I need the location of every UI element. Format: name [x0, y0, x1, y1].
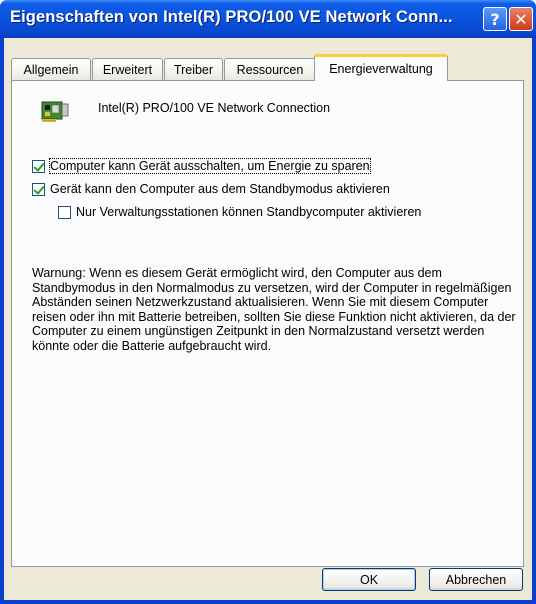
checkbox-management-only[interactable]	[58, 205, 71, 219]
close-button[interactable]: ✕	[509, 7, 533, 31]
window-title: Eigenschaften von Intel(R) PRO/100 VE Ne…	[10, 8, 453, 26]
tab-panel-energieverwaltung: Intel(R) PRO/100 VE Network Connection C…	[11, 80, 524, 567]
tab-erweitert[interactable]: Erweitert	[92, 58, 163, 80]
cancel-button[interactable]: Abbrechen	[429, 568, 523, 591]
tab-label: Energieverwaltung	[329, 62, 433, 76]
option-management-only[interactable]: Nur Verwaltungsstationen können Standbyc…	[58, 205, 421, 219]
checkbox-allow-turn-off[interactable]	[32, 159, 45, 173]
checkbox-allow-wake[interactable]	[32, 182, 45, 196]
tab-label: Ressourcen	[236, 62, 304, 77]
tab-treiber[interactable]: Treiber	[164, 58, 223, 80]
close-icon: ✕	[514, 9, 528, 29]
title-bar[interactable]: Eigenschaften von Intel(R) PRO/100 VE Ne…	[0, 0, 536, 38]
properties-window: Eigenschaften von Intel(R) PRO/100 VE Ne…	[0, 0, 536, 604]
option-allow-turn-off[interactable]: Computer kann Gerät ausschalten, um Ener…	[32, 158, 371, 174]
cancel-button-label: Abbrechen	[445, 572, 507, 587]
warning-text: Warnung: Wenn es diesem Gerät ermöglicht…	[32, 266, 516, 353]
help-icon: ?	[490, 9, 500, 29]
tab-label: Treiber	[173, 62, 214, 77]
tab-label: Erweitert	[102, 62, 153, 77]
device-name: Intel(R) PRO/100 VE Network Connection	[98, 101, 331, 115]
option-label: Gerät kann den Computer aus dem Standbym…	[50, 182, 390, 196]
tab-energieverwaltung[interactable]: Energieverwaltung	[314, 54, 448, 81]
network-card-icon	[41, 101, 69, 122]
option-label: Computer kann Gerät ausschalten, um Ener…	[49, 158, 371, 174]
option-label: Nur Verwaltungsstationen können Standbyc…	[76, 205, 422, 219]
tab-allgemein[interactable]: Allgemein	[11, 58, 91, 80]
option-allow-wake[interactable]: Gerät kann den Computer aus dem Standbym…	[32, 182, 390, 196]
ok-button[interactable]: OK	[322, 568, 416, 591]
tab-ressourcen[interactable]: Ressourcen	[224, 58, 316, 80]
tab-label: Allgemein	[23, 62, 79, 77]
dialog-client-area: Allgemein Erweitert Treiber Ressourcen E…	[4, 38, 532, 600]
ok-button-label: OK	[359, 572, 379, 587]
help-button[interactable]: ?	[483, 7, 507, 31]
